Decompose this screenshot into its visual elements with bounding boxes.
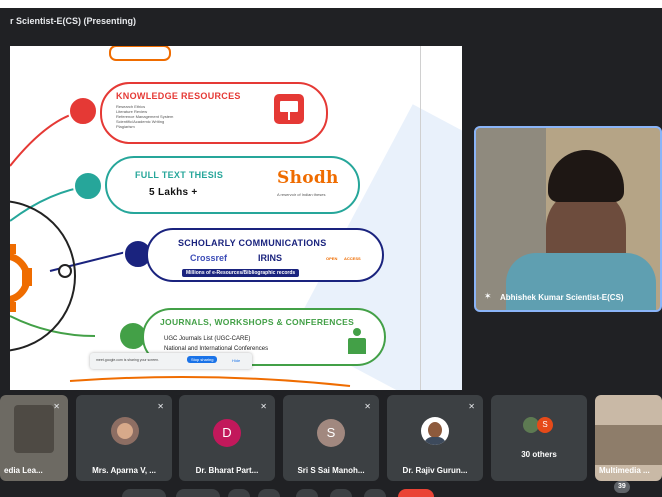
mic-off-icon: ✕ bbox=[157, 402, 164, 411]
thesis-title: FULL TEXT THESIS bbox=[135, 170, 224, 180]
participant-count-badge[interactable]: 39 bbox=[614, 481, 630, 493]
participant-tile[interactable]: ✕ Dr. Rajiv Gurun... bbox=[387, 395, 483, 481]
journals-title: JOURNALS, WORKSHOPS & CONFERENCES bbox=[160, 317, 355, 327]
avatar: S bbox=[537, 417, 553, 433]
reactions-button[interactable] bbox=[330, 489, 352, 497]
present-button[interactable] bbox=[296, 489, 318, 497]
scholarly-logo-row: Crossref IRINS OPEN ACCESS bbox=[168, 253, 368, 267]
scholarly-caption: Millions of e-Resources/Bibliographic re… bbox=[182, 269, 300, 277]
participant-name: Dr. Rajiv Gurun... bbox=[402, 466, 468, 475]
avatar bbox=[421, 417, 449, 445]
camera-button[interactable] bbox=[176, 489, 220, 497]
mic-off-icon: ✕ bbox=[364, 402, 371, 411]
meeting-screen: r Scientist-E(CS) (Presenting) KNOWLEDGE… bbox=[0, 8, 662, 497]
thesis-count: 5 Lakhs + bbox=[149, 187, 198, 198]
avatar: D bbox=[213, 419, 241, 447]
open-access-logo-suffix: ACCESS bbox=[344, 256, 361, 261]
knowledge-title: KNOWLEDGE RESOURCES bbox=[116, 91, 241, 101]
mic-button[interactable] bbox=[122, 489, 166, 497]
mic-off-icon: ✕ bbox=[260, 402, 267, 411]
avatar-stack: S bbox=[523, 417, 557, 433]
knowledge-list: Research Ethics Literature Review Refere… bbox=[116, 104, 173, 129]
hide-button[interactable]: Hide bbox=[232, 358, 240, 363]
avatar: S bbox=[317, 419, 345, 447]
others-tile[interactable]: S 30 others bbox=[491, 395, 587, 481]
participant-name: Sri S Sai Manoh... bbox=[297, 466, 365, 475]
knowledge-card: KNOWLEDGE RESOURCES Research Ethics Lite… bbox=[100, 82, 328, 144]
participant-tile[interactable]: ✕ edia Lea... bbox=[0, 395, 68, 481]
participant-tile[interactable]: Multimedia ... bbox=[595, 395, 662, 481]
participant-name: Dr. Bharat Part... bbox=[195, 466, 259, 475]
participant-tile[interactable]: ✕ Mrs. Aparna V, ... bbox=[76, 395, 172, 481]
irins-logo: IRINS bbox=[258, 253, 283, 263]
pin-icon[interactable]: ✶ bbox=[484, 291, 492, 302]
participant-tile[interactable]: S ✕ Sri S Sai Manoh... bbox=[283, 395, 379, 481]
participant-name: edia Lea... bbox=[4, 466, 43, 475]
participant-tile[interactable]: D ✕ Dr. Bharat Part... bbox=[179, 395, 275, 481]
journals-item: UGC Journals List (UGC-CARE) bbox=[164, 336, 251, 342]
screen-share-notice: meet.google.com is sharing your screen. … bbox=[90, 353, 252, 369]
journals-list: UGC Journals List (UGC-CARE) National an… bbox=[164, 334, 268, 354]
speaker-name: Abhishek Kumar Scientist-E(CS) bbox=[500, 293, 624, 302]
thesis-card: FULL TEXT THESIS 5 Lakhs + Shodh A reser… bbox=[105, 156, 360, 214]
speaker-tile[interactable]: ✶ Abhishek Kumar Scientist-E(CS) bbox=[474, 126, 662, 312]
leave-call-button[interactable] bbox=[398, 489, 434, 497]
presenter-label: r Scientist-E(CS) (Presenting) bbox=[10, 16, 137, 26]
raise-hand-button[interactable] bbox=[258, 489, 280, 497]
podium-icon bbox=[348, 328, 366, 354]
captions-button[interactable] bbox=[228, 489, 250, 497]
shodh-tagline: A reservoir of Indian theses bbox=[277, 192, 326, 197]
shared-slide: KNOWLEDGE RESOURCES Research Ethics Lite… bbox=[10, 46, 462, 390]
presentation-icon bbox=[274, 94, 304, 124]
knowledge-node bbox=[68, 96, 98, 126]
mic-off-icon: ✕ bbox=[468, 402, 475, 411]
open-access-logo: OPEN bbox=[326, 256, 338, 261]
participant-video bbox=[14, 405, 54, 453]
thesis-node bbox=[73, 171, 103, 201]
shodh-logo: Shodh bbox=[277, 168, 339, 188]
control-bar: 39 bbox=[0, 481, 662, 497]
scholarly-title: SCHOLARLY COMMUNICATIONS bbox=[178, 238, 327, 248]
scholarly-card: SCHOLARLY COMMUNICATIONS Crossref IRINS … bbox=[146, 228, 384, 282]
others-count: 30 others bbox=[521, 450, 557, 459]
share-notice-text: meet.google.com is sharing your screen. bbox=[96, 358, 160, 362]
mic-off-icon: ✕ bbox=[53, 402, 60, 411]
stop-sharing-button[interactable]: Stop sharing bbox=[187, 356, 218, 363]
speaker-video bbox=[476, 128, 660, 310]
info-button[interactable] bbox=[572, 489, 588, 497]
avatar bbox=[111, 417, 139, 445]
participant-video bbox=[595, 425, 662, 465]
crossref-logo: Crossref bbox=[190, 253, 228, 263]
more-options-button[interactable] bbox=[364, 489, 386, 497]
knowledge-item: Plagiarism bbox=[116, 124, 135, 129]
participant-name: Mrs. Aparna V, ... bbox=[92, 466, 156, 475]
participant-name: Multimedia ... bbox=[599, 466, 650, 475]
